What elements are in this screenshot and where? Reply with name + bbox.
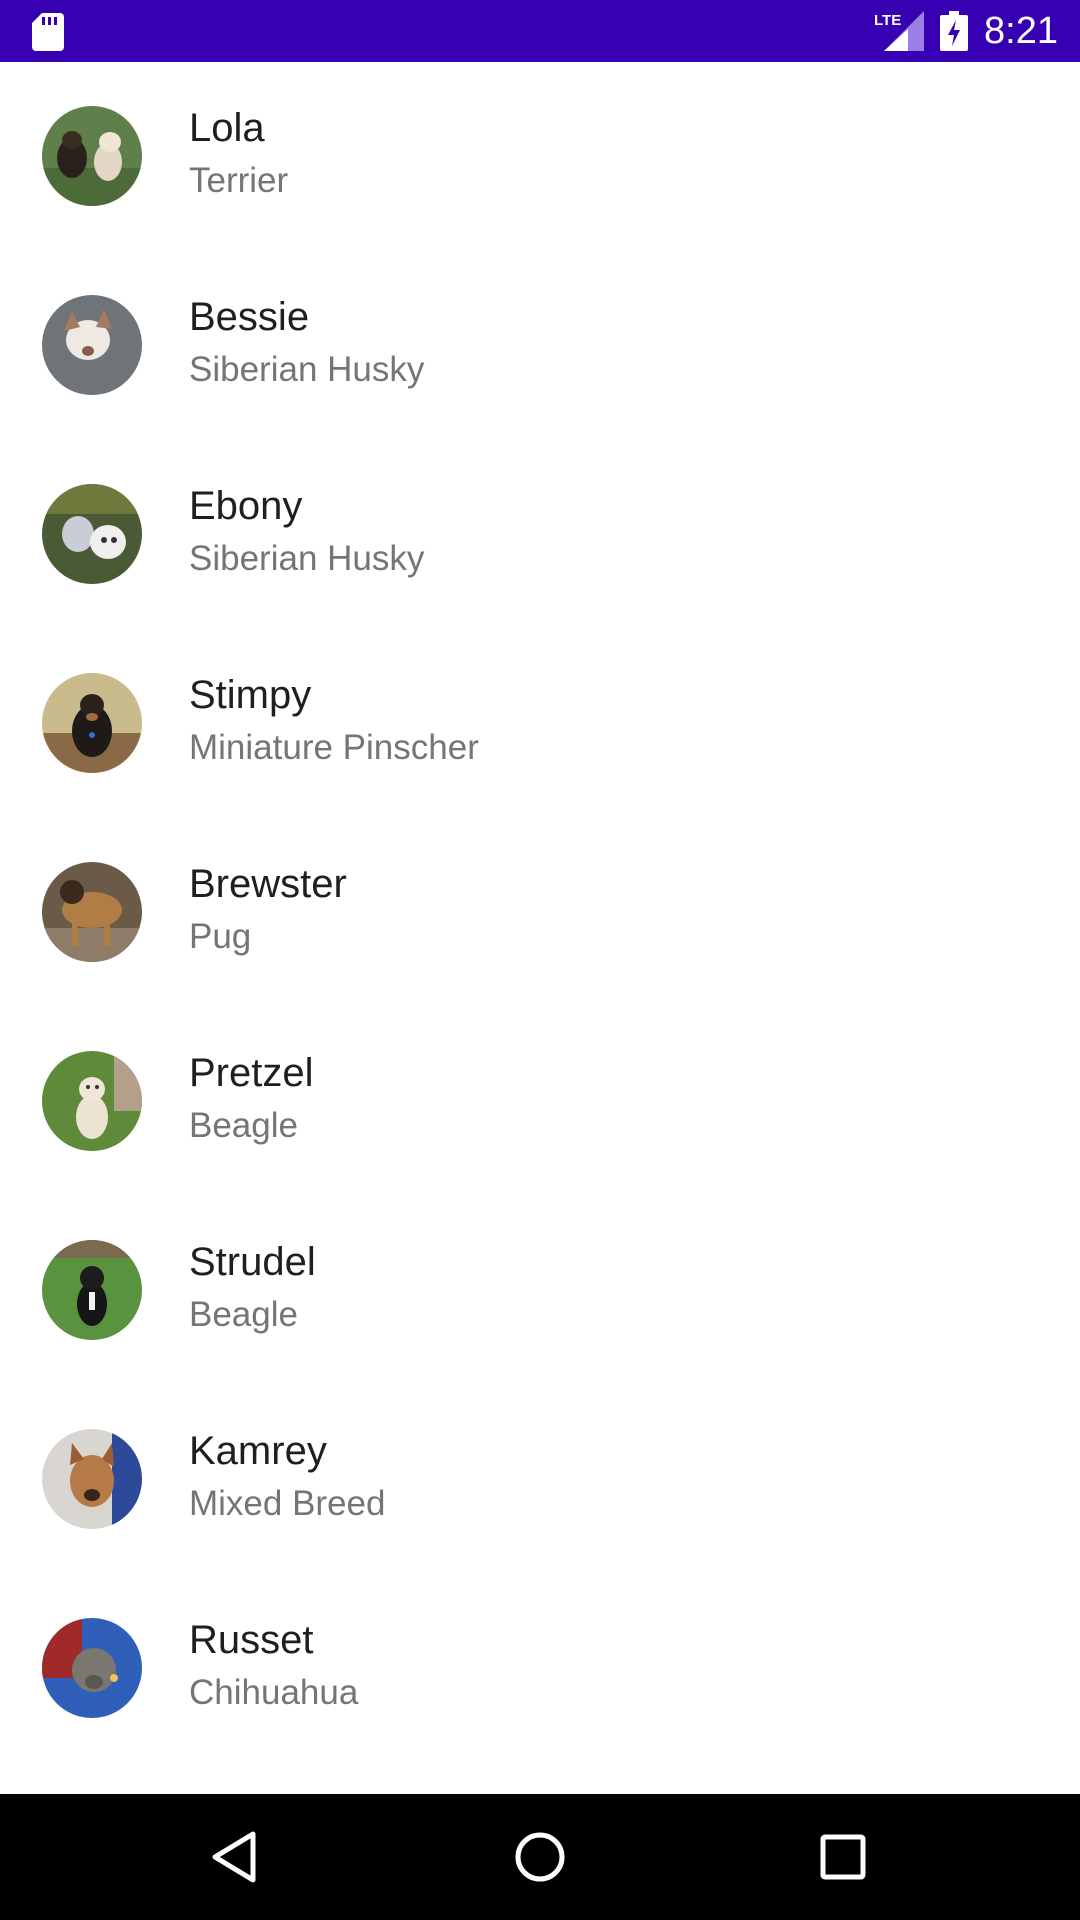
screen: LTE 8:21 Lola Terrier Bessie Siberian Hu…	[0, 0, 1080, 1920]
dog-name: Bessie	[189, 295, 310, 339]
home-icon[interactable]	[507, 1824, 573, 1890]
list-item[interactable]: Lola Terrier	[0, 62, 1080, 251]
dog-breed: Siberian Husky	[189, 539, 425, 578]
dog-breed: Pug	[189, 917, 252, 956]
back-icon[interactable]	[203, 1824, 269, 1890]
dog-breed: Terrier	[189, 161, 289, 200]
list-item[interactable]: Brewster Pug	[0, 818, 1080, 1007]
list-item[interactable]: Bessie Siberian Husky	[0, 251, 1080, 440]
list-item[interactable]: Russet Chihuahua	[0, 1574, 1080, 1763]
status-bar: LTE 8:21	[0, 0, 1080, 62]
dog-avatar	[42, 1618, 142, 1718]
dog-breed: Siberian Husky	[189, 350, 425, 389]
dog-avatar	[42, 1240, 142, 1340]
dog-name: Lola	[189, 106, 265, 150]
dog-avatar	[42, 106, 142, 206]
dog-breed: Beagle	[189, 1295, 298, 1334]
navigation-bar	[0, 1794, 1080, 1920]
list-item[interactable]: Strudel Beagle	[0, 1196, 1080, 1385]
dog-breed: Mixed Breed	[189, 1484, 386, 1523]
dog-avatar	[42, 862, 142, 962]
dog-name: Russet	[189, 1618, 314, 1662]
dog-breed: Chihuahua	[189, 1673, 359, 1712]
dog-avatar	[42, 1051, 142, 1151]
dog-avatar	[42, 484, 142, 584]
dog-name: Kamrey	[189, 1429, 327, 1473]
dog-breed: Miniature Pinscher	[189, 728, 479, 767]
battery-charging-icon	[940, 11, 968, 51]
dog-name: Stimpy	[189, 673, 312, 717]
dog-name: Pretzel	[189, 1051, 314, 1095]
dog-avatar	[42, 295, 142, 395]
dog-name: Ebony	[189, 484, 303, 528]
dog-avatar	[42, 1429, 142, 1529]
dog-breed: Beagle	[189, 1106, 298, 1145]
lte-signal-icon: LTE	[872, 11, 924, 51]
sd-card-icon	[32, 13, 64, 51]
dog-list[interactable]: Lola Terrier Bessie Siberian Husky Ebony…	[0, 62, 1080, 1794]
list-item[interactable]: Pretzel Beagle	[0, 1007, 1080, 1196]
status-time: 8:21	[984, 10, 1058, 52]
recents-icon[interactable]	[810, 1824, 876, 1890]
dog-avatar	[42, 673, 142, 773]
svg-text:LTE: LTE	[874, 12, 901, 29]
dog-name: Strudel	[189, 1240, 316, 1284]
list-item[interactable]: Ebony Siberian Husky	[0, 440, 1080, 629]
dog-name: Brewster	[189, 862, 347, 906]
list-item[interactable]: Kamrey Mixed Breed	[0, 1385, 1080, 1574]
list-item[interactable]: Stimpy Miniature Pinscher	[0, 629, 1080, 818]
